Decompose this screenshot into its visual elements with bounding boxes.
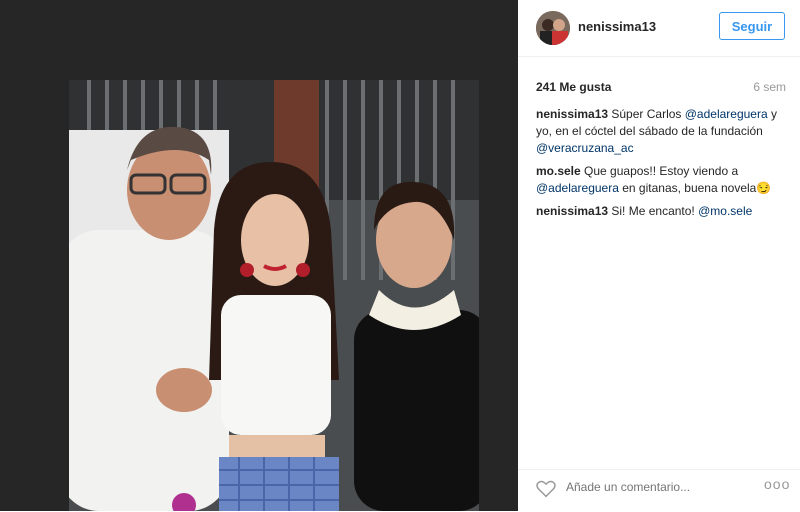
mention-link[interactable]: @adelareguera: [685, 107, 768, 121]
likes-count[interactable]: 241 Me gusta: [536, 80, 611, 94]
post-photo[interactable]: [69, 80, 479, 511]
avatar[interactable]: [536, 11, 570, 45]
post-header: nenissima13 Seguir: [518, 0, 800, 57]
heart-outline-icon[interactable]: [536, 480, 556, 498]
add-comment-input[interactable]: [566, 480, 746, 494]
more-options-icon[interactable]: ooo: [764, 476, 790, 492]
comment-caption: nenissima13 Súper Carlos @adelareguera y…: [536, 106, 788, 157]
post-timestamp[interactable]: 6 sem: [753, 80, 786, 94]
mention-link[interactable]: @adelareguera: [536, 181, 619, 195]
comment-text: Si! Me encanto!: [608, 204, 699, 218]
mention-link[interactable]: @mo.sele: [698, 204, 752, 218]
post-sidebar: nenissima13 Seguir 241 Me gusta 6 sem ne…: [518, 0, 800, 511]
comment-item: mo.sele Que guapos!! Estoy viendo a @ade…: [536, 163, 788, 197]
comment-item: nenissima13 Si! Me encanto! @mo.sele: [536, 203, 788, 220]
comment-text: Súper Carlos: [608, 107, 685, 121]
media-viewer-backdrop: [0, 0, 518, 511]
comment-author[interactable]: mo.sele: [536, 164, 581, 178]
comment-author[interactable]: nenissima13: [536, 107, 608, 121]
photo-illustration: [69, 80, 479, 511]
comments-list: nenissima13 Súper Carlos @adelareguera y…: [536, 106, 788, 226]
comment-author[interactable]: nenissima13: [536, 204, 608, 218]
comment-text: en gitanas, buena novela😏: [618, 181, 772, 195]
comment-text: Que guapos!! Estoy viendo a: [580, 164, 739, 178]
follow-button[interactable]: Seguir: [719, 12, 785, 40]
avatar-image: [536, 11, 570, 45]
comment-footer: ooo: [518, 469, 800, 512]
mention-link[interactable]: @veracruzana_ac: [536, 141, 634, 155]
post-author-username[interactable]: nenissima13: [578, 19, 656, 34]
